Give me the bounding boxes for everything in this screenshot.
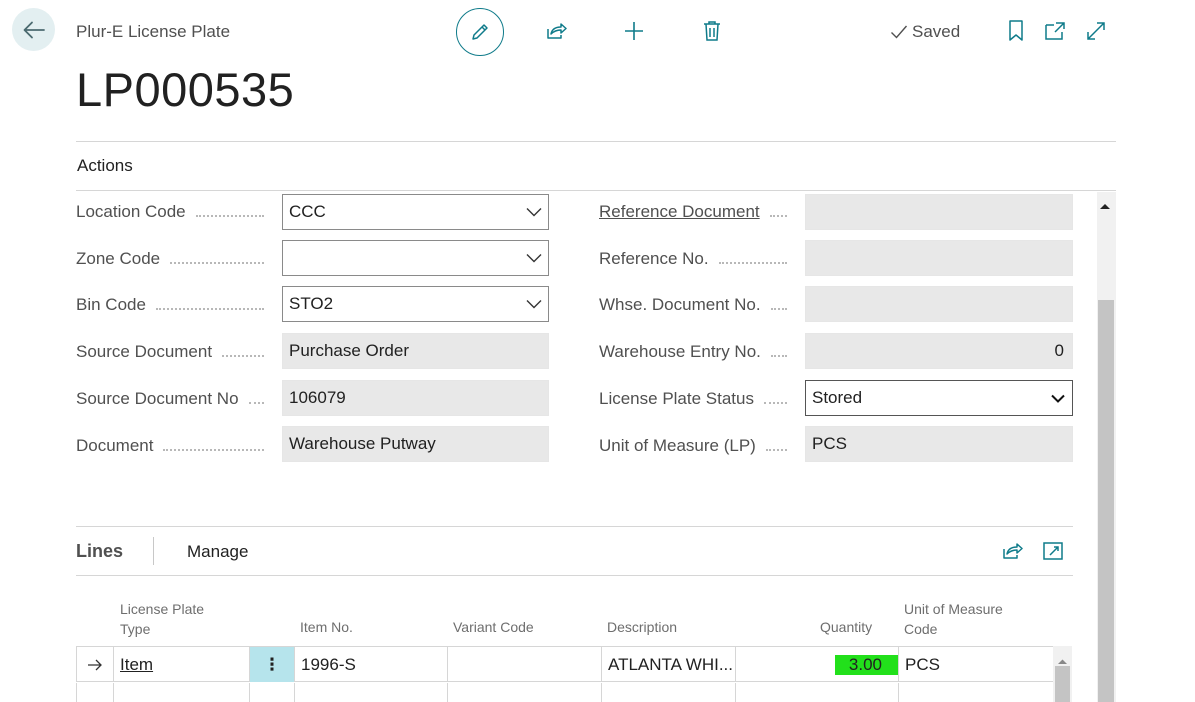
separator [153, 537, 154, 565]
reference-no-label: Reference No. [599, 247, 795, 271]
record-title: LP000535 [76, 63, 295, 116]
license-plate-type-link[interactable]: Item [120, 655, 153, 675]
arrow-right-icon [88, 659, 102, 670]
saved-label: Saved [912, 22, 961, 41]
actions-menu[interactable]: Actions [77, 156, 133, 176]
license-plate-status-label: License Plate Status [599, 387, 795, 411]
manage-menu[interactable]: Manage [187, 542, 248, 562]
bin-code-field[interactable]: STO2 [282, 286, 549, 322]
open-new-window-icon [1043, 542, 1063, 560]
unit-of-measure-lp-label: Unit of Measure (LP) [599, 434, 795, 458]
source-document-no-field: 106079 [282, 380, 549, 416]
lines-scrollbar-thumb[interactable] [1055, 666, 1070, 702]
source-document-field: Purchase Order [282, 333, 549, 369]
bookmark-icon [1009, 20, 1023, 41]
more-options-icon: ⋮ [263, 654, 281, 674]
share-button[interactable] [541, 16, 571, 46]
col-header-description[interactable]: Description [607, 617, 677, 637]
share-icon [1003, 543, 1023, 559]
expand-icon [1087, 22, 1105, 40]
divider [76, 141, 1116, 142]
share-icon [547, 23, 567, 39]
source-document-no-label: Source Document No [76, 387, 272, 411]
row-indicator [76, 647, 113, 682]
edit-button[interactable] [456, 8, 504, 56]
bookmark-button[interactable] [1001, 16, 1031, 46]
col-header-item-no[interactable]: Item No. [300, 617, 353, 637]
document-field: Warehouse Putway [282, 426, 549, 462]
license-plate-status-value: Stored [812, 388, 863, 407]
scroll-up-icon[interactable] [1099, 197, 1111, 215]
license-plate-type-cell[interactable]: Item [113, 647, 249, 682]
warehouse-entry-no-label: Warehouse Entry No. [599, 340, 795, 364]
location-code-field[interactable]: CCC [282, 194, 549, 230]
expand-button[interactable] [1081, 16, 1111, 46]
edit-icon [472, 24, 488, 40]
page-caption: Plur-E License Plate [76, 22, 231, 41]
quantity-value: 3.00 [834, 654, 898, 675]
saved-indicator: Saved [890, 22, 960, 42]
whse-document-no-field [805, 286, 1073, 322]
unit-of-measure-lp-field: PCS [805, 426, 1073, 462]
col-header-license-plate-type[interactable]: License Plate Type [120, 599, 204, 639]
zone-code-label: Zone Code [76, 247, 272, 271]
reference-document-field [805, 194, 1073, 230]
license-plate-status-select[interactable]: Stored [805, 380, 1073, 416]
reference-no-field [805, 240, 1073, 276]
reference-document-label[interactable]: Reference Document [599, 200, 795, 224]
delete-icon [704, 21, 720, 41]
delete-button[interactable] [697, 16, 727, 46]
uom-cell[interactable]: PCS [898, 647, 1053, 682]
description-cell[interactable]: ATLANTA WHI... [601, 647, 735, 682]
zone-code-field[interactable] [282, 240, 549, 276]
document-value: Warehouse Putway [289, 434, 436, 453]
quantity-cell[interactable]: 3.00 [735, 647, 898, 682]
col-header-variant-code[interactable]: Variant Code [453, 617, 534, 637]
table-row[interactable]: Item ⋮ 1996-S ATLANTA WHI... 3.00 PCS [76, 646, 1053, 682]
lines-open-window-button[interactable] [1038, 536, 1068, 566]
plus-icon [625, 22, 643, 40]
divider [76, 575, 1073, 576]
source-document-label: Source Document [76, 340, 272, 364]
location-code-label: Location Code [76, 200, 272, 224]
open-new-window-icon [1045, 22, 1065, 40]
source-document-no-value: 106079 [289, 388, 346, 407]
checkmark-icon [891, 25, 908, 39]
warehouse-entry-no-field: 0 [805, 333, 1073, 369]
location-code-value: CCC [289, 202, 326, 221]
lines-tab[interactable]: Lines [76, 541, 123, 562]
open-new-window-button[interactable] [1040, 16, 1070, 46]
arrow-left-icon [23, 21, 45, 38]
source-document-value: Purchase Order [289, 341, 409, 360]
table-row-empty[interactable] [76, 683, 1053, 702]
new-button[interactable] [619, 16, 649, 46]
divider [76, 526, 1073, 527]
bin-code-value: STO2 [289, 294, 334, 313]
chevron-down-icon [526, 204, 542, 220]
row-actions-button[interactable]: ⋮ [249, 647, 294, 682]
bin-code-label: Bin Code [76, 293, 272, 317]
col-header-quantity[interactable]: Quantity [820, 617, 872, 637]
back-button[interactable] [12, 8, 55, 51]
col-header-unit-of-measure-code[interactable]: Unit of Measure Code [904, 599, 1003, 639]
document-label: Document [76, 434, 272, 458]
chevron-down-icon [526, 250, 542, 266]
variant-code-cell[interactable] [447, 647, 601, 682]
chevron-down-icon [1050, 390, 1066, 406]
page-scrollbar-thumb[interactable] [1098, 300, 1114, 702]
divider [76, 190, 1116, 191]
item-no-cell[interactable]: 1996-S [294, 647, 447, 682]
chevron-down-icon [526, 296, 542, 312]
whse-document-no-label: Whse. Document No. [599, 293, 795, 317]
lines-share-button[interactable] [997, 536, 1027, 566]
unit-of-measure-lp-value: PCS [812, 434, 847, 453]
warehouse-entry-no-value: 0 [1054, 341, 1064, 360]
